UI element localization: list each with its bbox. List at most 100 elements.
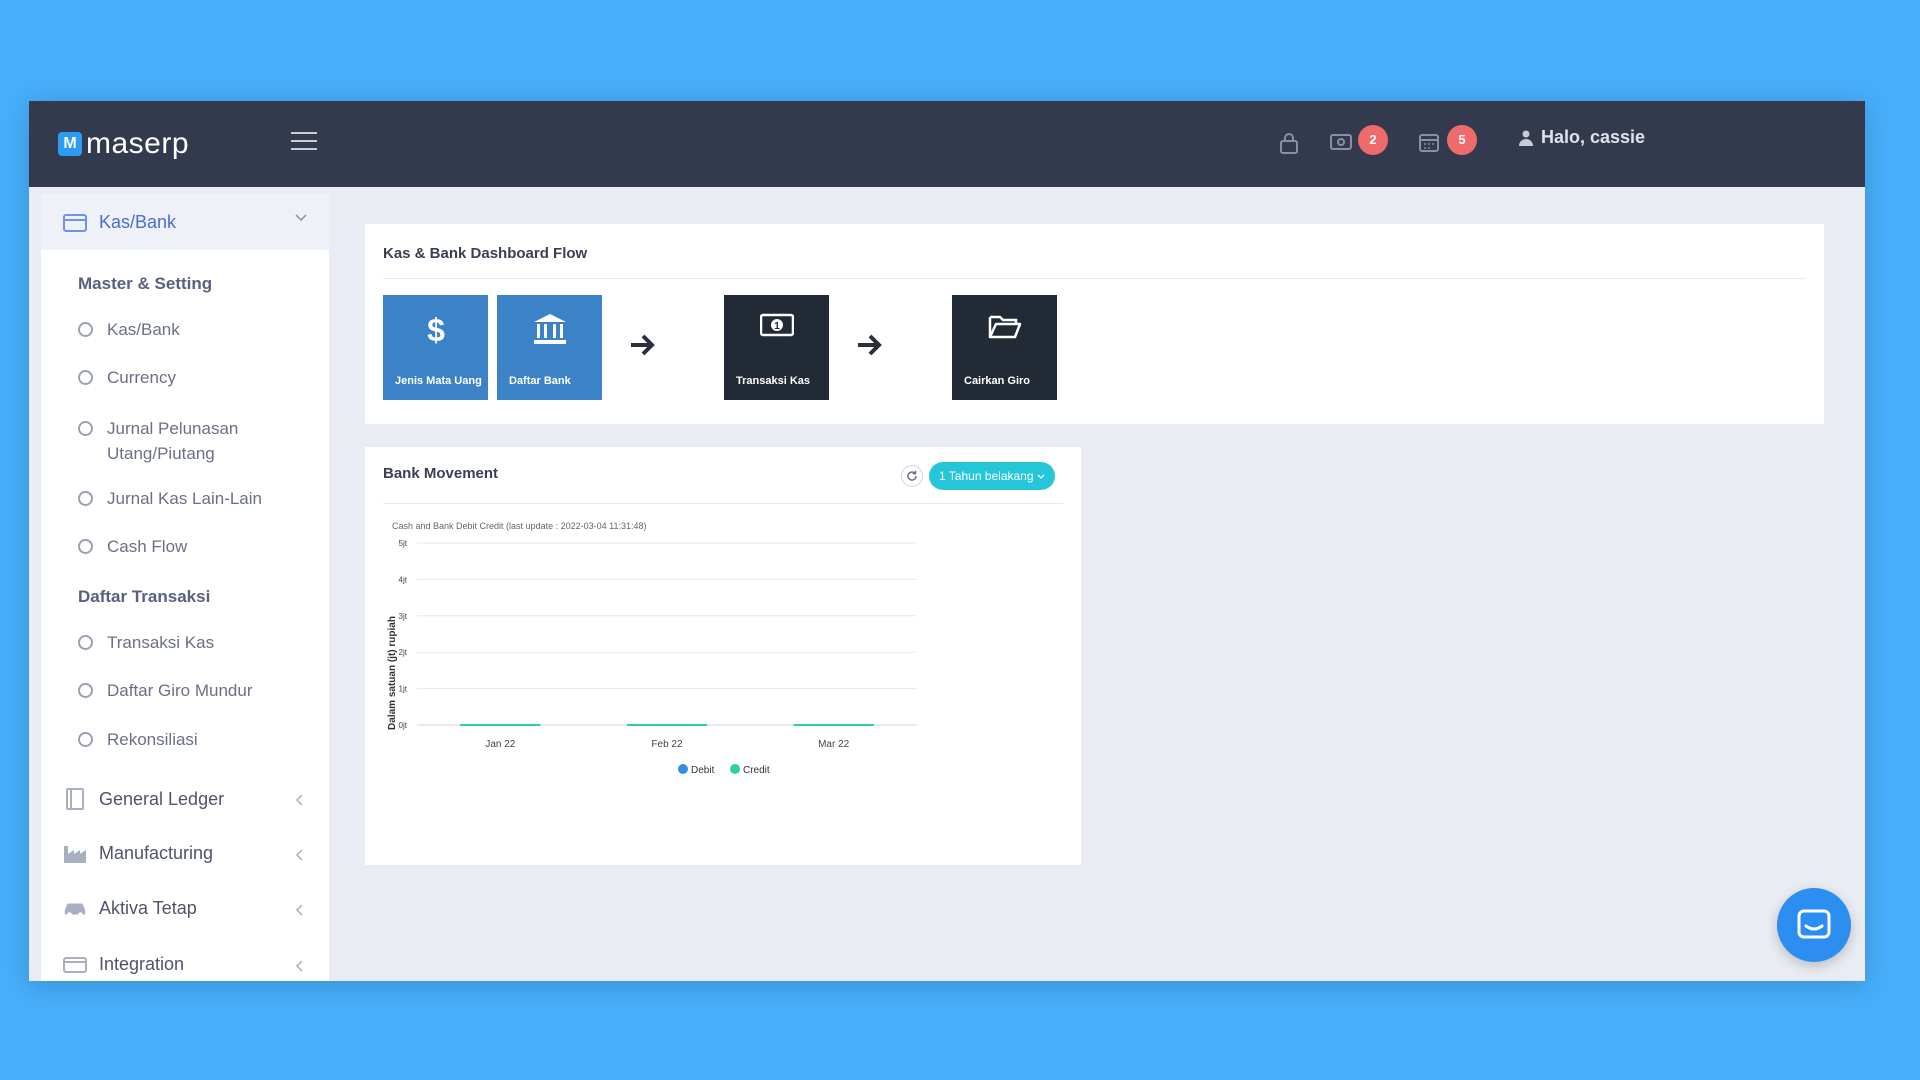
- app-window: M maserp 2 5 Halo, cassie Kas/Bank Maste…: [29, 101, 1865, 981]
- sidebar-group-integration[interactable]: Integration: [63, 954, 311, 975]
- refresh-button[interactable]: [901, 465, 923, 487]
- sidebar-item-label: Cash Flow: [107, 537, 188, 556]
- sidebar-item-jurnal-pelunasan[interactable]: Jurnal Pelunasan Utang/Piutang: [78, 416, 288, 466]
- y-tick-label: 3jt: [399, 612, 408, 621]
- section-master-setting: Master & Setting: [78, 274, 213, 293]
- calendar-badge[interactable]: 5: [1447, 125, 1477, 155]
- sidebar-group-general-ledger[interactable]: General Ledger: [63, 788, 311, 810]
- sidebar-header-kas-bank[interactable]: Kas/Bank: [41, 194, 329, 250]
- tile-label: Transaksi Kas: [736, 375, 810, 387]
- x-tick-label: Mar 22: [818, 739, 850, 750]
- x-tick-label: Feb 22: [651, 739, 683, 750]
- user-greeting: Halo, cassie: [1541, 127, 1646, 147]
- radio-icon: [78, 322, 93, 337]
- y-tick-label: 5jt: [399, 539, 408, 548]
- period-dropdown[interactable]: 1 Tahun belakang: [929, 462, 1055, 490]
- refresh-icon: [907, 470, 917, 481]
- chat-button[interactable]: [1777, 888, 1851, 962]
- radio-icon: [78, 370, 93, 385]
- sidebar-item-label: Kas/Bank: [107, 320, 180, 339]
- chevron-down-icon: [1037, 474, 1045, 479]
- sidebar-item-label: Transaksi Kas: [107, 633, 215, 652]
- money-icon: 1: [759, 313, 794, 337]
- chart-grid: [417, 542, 917, 726]
- folder-open-icon: [988, 315, 1021, 339]
- tile-transaksi-kas[interactable]: 1 Transaksi Kas: [724, 295, 829, 400]
- chevron-left-icon: [295, 794, 303, 806]
- section-daftar-transaksi: Daftar Transaksi: [78, 587, 211, 606]
- radio-icon: [78, 683, 93, 698]
- tile-label: Daftar Bank: [509, 375, 571, 387]
- tile-label: Cairkan Giro: [964, 375, 1031, 387]
- sidebar-header-label: Kas/Bank: [99, 211, 177, 232]
- radio-icon: [78, 491, 93, 506]
- chevron-left-icon: [295, 849, 303, 861]
- lock-icon[interactable]: [1279, 132, 1299, 154]
- user-icon: [1519, 130, 1533, 146]
- logo-mark: M: [58, 132, 82, 156]
- svg-text:$: $: [427, 313, 445, 347]
- money-notification-badge[interactable]: 2: [1358, 125, 1388, 155]
- card-icon: [63, 956, 87, 973]
- sidebar-item-label: Jurnal Kas Lain-Lain: [107, 489, 262, 508]
- sidebar-item-cash-flow[interactable]: Cash Flow: [78, 537, 308, 557]
- money-notification-icon[interactable]: [1330, 134, 1352, 150]
- sidebar-item-jurnal-kas-lain[interactable]: Jurnal Kas Lain-Lain: [78, 489, 308, 509]
- tile-daftar-bank[interactable]: Daftar Bank: [497, 295, 602, 400]
- y-tick-label: 4jt: [399, 575, 408, 584]
- chevron-left-icon: [295, 960, 303, 972]
- chevron-left-icon: [295, 904, 303, 916]
- sidebar-group-label: Integration: [99, 954, 185, 974]
- car-icon: [64, 902, 86, 917]
- sidebar-group-label: Aktiva Tetap: [99, 898, 197, 918]
- bank-movement-title: Bank Movement: [383, 465, 499, 482]
- svg-text:1: 1: [774, 321, 780, 332]
- sidebar-group-label: General Ledger: [99, 788, 225, 809]
- dashboard-flow-card: Kas & Bank Dashboard Flow $ Jenis Mata U…: [365, 224, 1824, 424]
- arrow-right-icon: [631, 334, 655, 356]
- chart-title: Cash and Bank Debit Credit (last update …: [392, 521, 647, 531]
- x-tick-label: Jan 22: [485, 739, 515, 750]
- ledger-icon: [66, 788, 84, 810]
- bank-icon: [533, 314, 566, 344]
- sidebar-item-label: Jurnal Pelunasan Utang/Piutang: [107, 419, 239, 463]
- sidebar-item-daftar-giro-mundur[interactable]: Daftar Giro Mundur: [78, 681, 308, 701]
- sidebar-item-transaksi-kas[interactable]: Transaksi Kas: [78, 633, 308, 653]
- chevron-down-icon: [295, 214, 307, 222]
- period-label: 1 Tahun belakang: [939, 469, 1034, 483]
- legend-label-credit: Credit: [743, 765, 770, 776]
- logo[interactable]: M maserp: [58, 127, 189, 161]
- y-tick-label: 1jt: [399, 685, 408, 694]
- dollar-icon: $: [427, 313, 445, 347]
- tile-jenis-mata-uang[interactable]: $ Jenis Mata Uang: [383, 295, 488, 400]
- sidebar-group-aktiva-tetap[interactable]: Aktiva Tetap: [63, 898, 311, 919]
- calendar-icon[interactable]: [1419, 132, 1439, 152]
- chart-y-ticks: 0jt 1jt 2jt 3jt 4jt 5jt: [399, 539, 408, 730]
- logo-text: maserp: [86, 127, 190, 160]
- chart-x-ticks: Jan 22 Feb 22 Mar 22: [485, 739, 849, 750]
- chart-legend: Debit Credit: [678, 764, 770, 776]
- legend-marker-debit: [678, 764, 688, 774]
- top-bar: M maserp 2 5 Halo, cassie: [29, 101, 1865, 187]
- y-tick-label: 2jt: [399, 648, 408, 657]
- sidebar-item-kas-bank[interactable]: Kas/Bank: [78, 320, 308, 340]
- sidebar-item-label: Rekonsiliasi: [107, 730, 198, 749]
- radio-icon: [78, 732, 93, 747]
- sidebar-item-currency[interactable]: Currency: [78, 368, 308, 388]
- user-menu[interactable]: Halo, cassie: [1519, 127, 1645, 148]
- bank-movement-card: Bank Movement 1 Tahun belakang Cash and …: [365, 447, 1081, 865]
- legend-marker-credit: [730, 764, 740, 774]
- legend-label-debit: Debit: [691, 765, 715, 776]
- tile-label: Jenis Mata Uang: [395, 375, 482, 387]
- sidebar-item-label: Daftar Giro Mundur: [107, 681, 253, 700]
- radio-icon: [78, 635, 93, 650]
- sidebar: Kas/Bank Master & Setting Kas/Bank Curre…: [41, 194, 329, 981]
- sidebar-group-manufacturing[interactable]: Manufacturing: [63, 843, 311, 864]
- sidebar-item-rekonsiliasi[interactable]: Rekonsiliasi: [78, 730, 308, 750]
- tile-cairkan-giro[interactable]: Cairkan Giro: [952, 295, 1057, 400]
- wallet-icon: [63, 214, 87, 232]
- sidebar-item-label: Currency: [107, 368, 176, 387]
- flow-title: Kas & Bank Dashboard Flow: [383, 245, 588, 262]
- menu-toggle-icon[interactable]: [291, 132, 317, 152]
- radio-icon: [78, 421, 93, 436]
